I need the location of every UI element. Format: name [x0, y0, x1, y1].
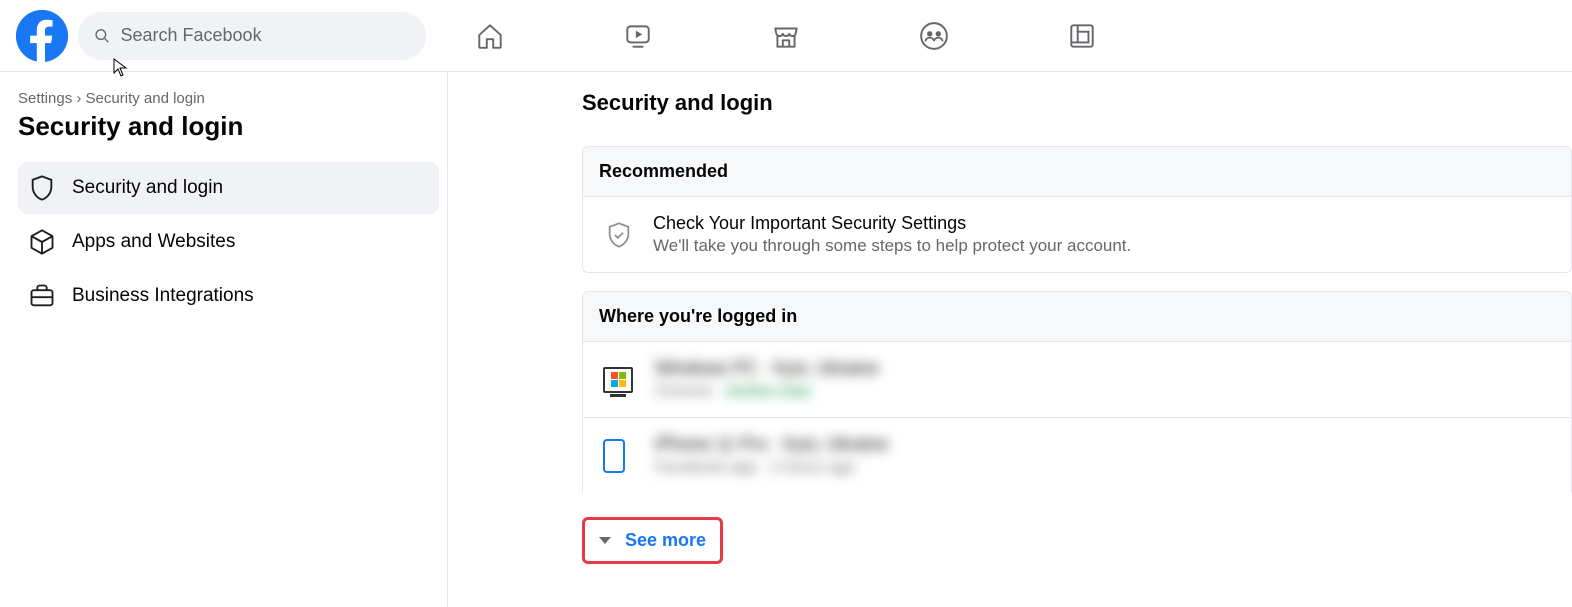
shield-check-icon	[599, 221, 639, 249]
sidebar-item-business[interactable]: Business Integrations	[18, 270, 439, 322]
windows-device-icon	[603, 367, 639, 393]
recommended-card: Recommended Check Your Important Securit…	[582, 146, 1572, 273]
breadcrumb: Settings › Security and login	[18, 90, 439, 107]
session-active-badge: Active now	[726, 383, 810, 401]
nav-gaming[interactable]	[1057, 11, 1107, 61]
recommended-row-title: Check Your Important Security Settings	[653, 213, 1555, 234]
sessions-header: Where you're logged in	[583, 292, 1571, 342]
search-input[interactable]	[120, 25, 410, 46]
content-area: Settings › Security and login Security a…	[0, 72, 1572, 607]
nav-groups[interactable]	[909, 11, 959, 61]
session-device-title: Windows PC · Kyiv, Ukraine	[655, 358, 879, 379]
groups-icon	[919, 21, 949, 51]
page-title: Security and login	[18, 111, 439, 142]
sidebar-item-label: Apps and Websites	[72, 231, 235, 253]
nav-watch[interactable]	[613, 11, 663, 61]
briefcase-icon	[28, 282, 56, 310]
recommended-row-sub: We'll take you through some steps to hel…	[653, 236, 1555, 256]
gaming-icon	[1067, 21, 1097, 51]
top-header	[0, 0, 1572, 72]
facebook-logo[interactable]	[16, 10, 68, 62]
recommended-header: Recommended	[583, 147, 1571, 197]
chevron-down-icon	[599, 537, 611, 544]
session-row[interactable]: Windows PC · Kyiv, Ukraine Chrome · Acti…	[583, 342, 1571, 418]
breadcrumb-sep: ›	[72, 90, 85, 107]
breadcrumb-root[interactable]: Settings	[18, 90, 72, 107]
search-container[interactable]	[78, 12, 426, 60]
breadcrumb-current: Security and login	[86, 90, 205, 107]
nav-marketplace[interactable]	[761, 11, 811, 61]
nav-tabs	[465, 0, 1107, 71]
sidebar-item-security[interactable]: Security and login	[18, 162, 439, 214]
sidebar-item-apps[interactable]: Apps and Websites	[18, 216, 439, 268]
sidebar: Settings › Security and login Security a…	[0, 72, 448, 607]
search-icon	[94, 27, 110, 45]
shield-icon	[28, 174, 56, 202]
apple-device-icon	[603, 439, 639, 473]
cube-icon	[28, 228, 56, 256]
main-content: Security and login Recommended Check You…	[448, 72, 1572, 607]
session-device-title: iPhone 11 Pro · Kyiv, Ukraine	[655, 434, 888, 455]
nav-home[interactable]	[465, 11, 515, 61]
marketplace-icon	[771, 21, 801, 51]
home-icon	[475, 21, 505, 51]
see-more-label: See more	[625, 530, 706, 551]
session-row[interactable]: iPhone 11 Pro · Kyiv, Ukraine Facebook a…	[583, 418, 1571, 493]
see-more-button[interactable]: See more	[582, 517, 723, 564]
recommended-row[interactable]: Check Your Important Security Settings W…	[583, 197, 1571, 272]
watch-icon	[623, 21, 653, 51]
sidebar-item-label: Security and login	[72, 177, 223, 199]
session-device-sub: Facebook app · 2 hours ago	[655, 459, 855, 477]
main-title: Security and login	[582, 90, 1572, 116]
sidebar-item-label: Business Integrations	[72, 285, 254, 307]
sessions-card: Where you're logged in Windows PC · Kyiv…	[582, 291, 1572, 493]
session-device-sub: Chrome ·	[655, 383, 722, 401]
